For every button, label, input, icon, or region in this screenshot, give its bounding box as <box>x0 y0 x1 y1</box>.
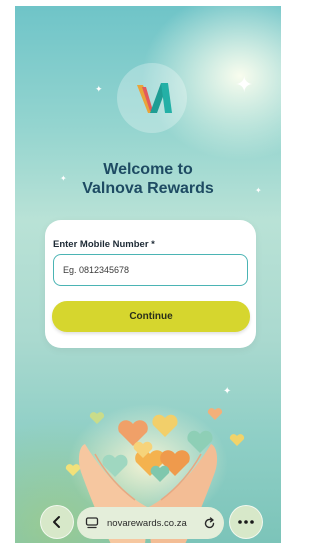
more-icon <box>238 520 254 524</box>
welcome-title-line1: Welcome to <box>103 161 193 178</box>
mobile-number-label: Enter Mobile Number * <box>53 239 155 250</box>
login-card: Enter Mobile Number * Continue <box>45 220 256 348</box>
sparkle-icon: ✦ <box>235 72 254 97</box>
welcome-title-line2: Valnova Rewards <box>82 180 214 197</box>
sparkle-icon: ✦ <box>95 84 103 94</box>
address-bar[interactable]: novarewards.co.za <box>77 507 224 539</box>
more-button[interactable] <box>229 505 263 539</box>
back-button[interactable] <box>40 505 74 539</box>
tabs-icon <box>85 517 99 529</box>
mobile-number-input[interactable] <box>53 254 248 286</box>
back-icon <box>53 516 60 528</box>
continue-button[interactable]: Continue <box>52 301 250 332</box>
url-text: novarewards.co.za <box>107 517 187 529</box>
logo-icon <box>137 83 172 113</box>
logo <box>117 63 187 133</box>
reload-icon[interactable] <box>203 516 216 530</box>
app-screen: ✦ ✦ ✦ ✦ ✦ Welcome to Valnova Rewards Ent… <box>15 6 281 543</box>
